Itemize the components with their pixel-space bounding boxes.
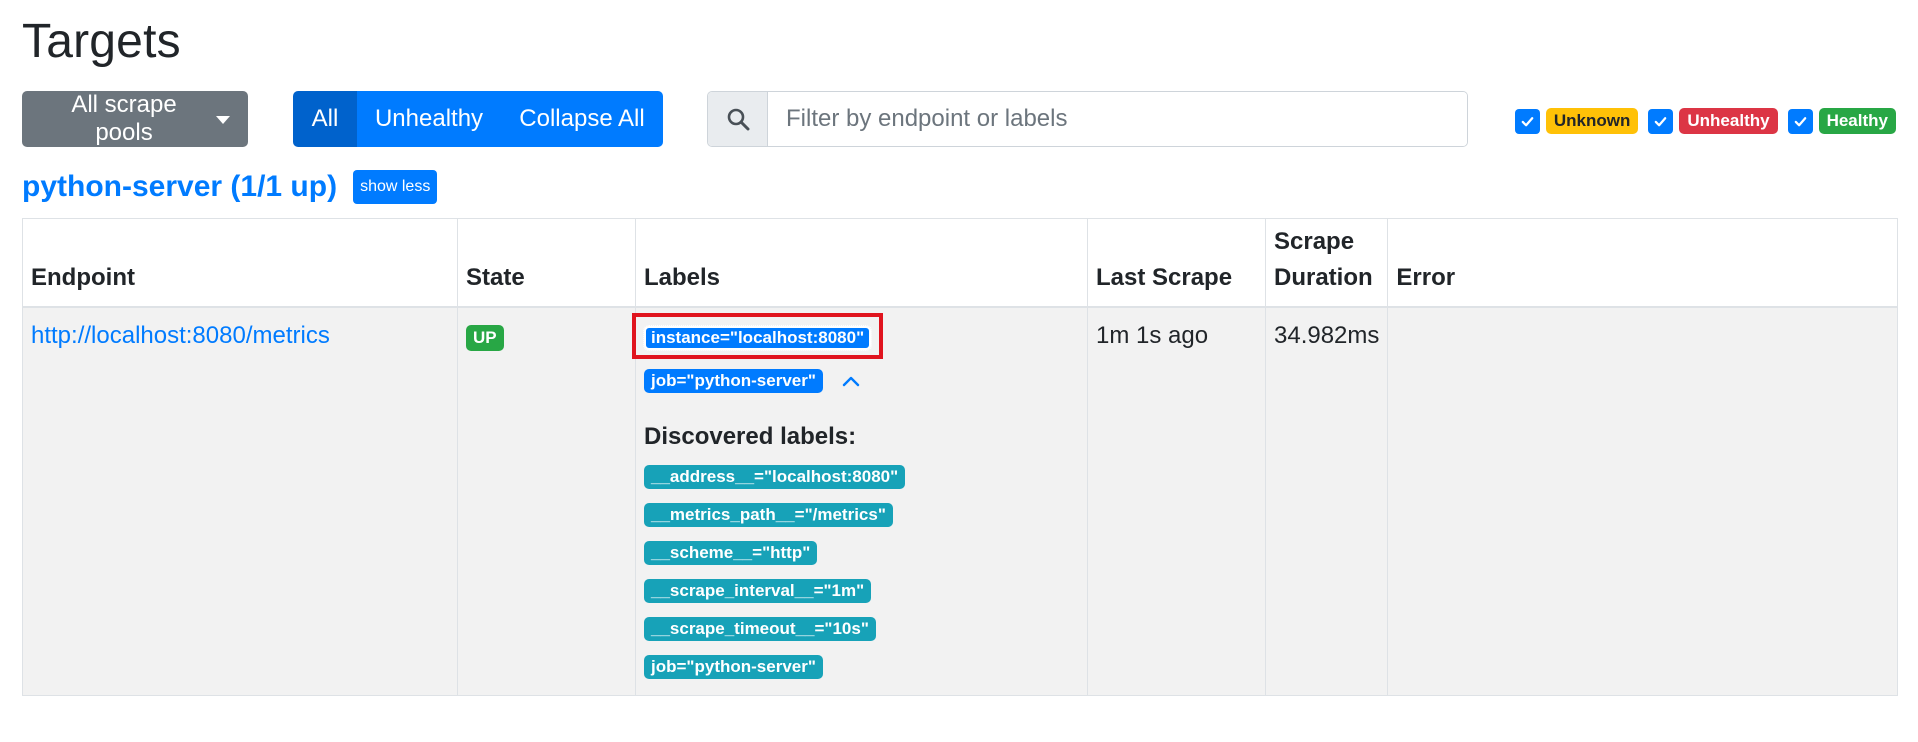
pool-title-link[interactable]: python-server (1/1 up) xyxy=(22,170,337,204)
label-row-instance: instance="localhost:8080" xyxy=(632,312,1079,359)
discovered-label-item: job="python-server" xyxy=(644,651,1079,679)
unknown-checkbox[interactable] xyxy=(1514,108,1540,134)
discovered-label-badge: __scheme__="http" xyxy=(644,540,818,565)
table-row: http://localhost:8080/metrics UP instanc… xyxy=(22,306,1898,696)
discovered-label-badge: __scrape_interval__="1m" xyxy=(644,578,872,603)
search-box xyxy=(707,91,1468,147)
discovered-label-badge: __address__="localhost:8080" xyxy=(644,464,906,489)
targets-table: Endpoint State Labels Last Scrape Scrape… xyxy=(22,218,1898,696)
checkmark-icon xyxy=(1655,116,1667,126)
highlight-box: instance="localhost:8080" xyxy=(632,312,884,359)
search-icon xyxy=(708,92,768,146)
chevron-up-icon[interactable] xyxy=(841,374,861,388)
checkmark-icon xyxy=(1794,116,1806,126)
labels-cell: instance="localhost:8080" job="python-se… xyxy=(632,306,1088,696)
scrape-duration-header: Scrape Duration xyxy=(1264,218,1389,307)
scrape-pool-label: All scrape pools xyxy=(71,91,177,146)
targets-page: Targets All scrape pools All Unhealthy C… xyxy=(0,0,1918,742)
scrape-duration-line1: Scrape xyxy=(1274,227,1355,255)
endpoint-link[interactable]: http://localhost:8080/metrics xyxy=(31,322,330,349)
pool-header: python-server (1/1 up) show less xyxy=(22,170,438,204)
toolbar: All scrape pools All Unhealthy Collapse … xyxy=(22,91,1896,147)
discovered-label-item: __address__="localhost:8080" xyxy=(644,461,1079,489)
label-row-job: job="python-server" xyxy=(644,368,1079,393)
scrape-duration-cell: 34.982ms xyxy=(1264,306,1389,696)
error-cell xyxy=(1387,306,1898,696)
error-header: Error xyxy=(1387,218,1898,307)
label-badge-instance[interactable]: instance="localhost:8080" xyxy=(642,324,873,351)
scrape-duration-line2: Duration xyxy=(1274,263,1373,291)
endpoint-cell: http://localhost:8080/metrics xyxy=(22,306,458,696)
collapse-all-button[interactable]: Collapse All xyxy=(501,91,663,147)
discovered-label-badge: __scrape_timeout__="10s" xyxy=(644,616,876,641)
health-filters: Unknown Unhealthy Healthy xyxy=(1514,108,1896,134)
discovered-label-item: __scheme__="http" xyxy=(644,537,1079,565)
discovered-label-item: __scrape_interval__="1m" xyxy=(644,575,1079,603)
last-scrape-cell: 1m 1s ago xyxy=(1087,306,1266,696)
unknown-filter-badge: Unknown xyxy=(1545,108,1639,134)
discovered-label-badge: __metrics_path__="/metrics" xyxy=(644,502,893,527)
table-header-row: Endpoint State Labels Last Scrape Scrape… xyxy=(22,218,1898,307)
all-button[interactable]: All xyxy=(293,91,357,147)
show-less-button[interactable]: show less xyxy=(353,170,438,204)
scrape-pool-dropdown[interactable]: All scrape pools xyxy=(22,91,248,147)
healthy-filter-badge: Healthy xyxy=(1818,108,1896,134)
state-header: State xyxy=(457,218,636,307)
checkmark-icon xyxy=(1521,116,1534,126)
page-title: Targets xyxy=(22,15,181,68)
discovered-label-item: __scrape_timeout__="10s" xyxy=(644,613,1079,641)
discovered-labels-title: Discovered labels: xyxy=(644,422,857,450)
unhealthy-button[interactable]: Unhealthy xyxy=(357,91,501,147)
state-badge: UP xyxy=(466,324,504,351)
last-scrape-header: Last Scrape xyxy=(1087,218,1266,307)
healthy-checkbox[interactable] xyxy=(1787,108,1813,134)
search-input[interactable] xyxy=(768,92,1467,146)
filter-button-group: All Unhealthy Collapse All xyxy=(293,91,663,147)
caret-down-icon xyxy=(216,116,230,124)
discovered-label-badge: job="python-server" xyxy=(644,654,823,679)
state-cell: UP xyxy=(457,306,636,696)
labels-header: Labels xyxy=(635,218,1088,307)
endpoint-header: Endpoint xyxy=(22,218,458,307)
discovered-label-item: __metrics_path__="/metrics" xyxy=(644,499,1079,527)
unhealthy-filter-badge: Unhealthy xyxy=(1679,108,1778,134)
unhealthy-checkbox[interactable] xyxy=(1648,108,1674,134)
label-badge-job[interactable]: job="python-server" xyxy=(644,368,823,393)
